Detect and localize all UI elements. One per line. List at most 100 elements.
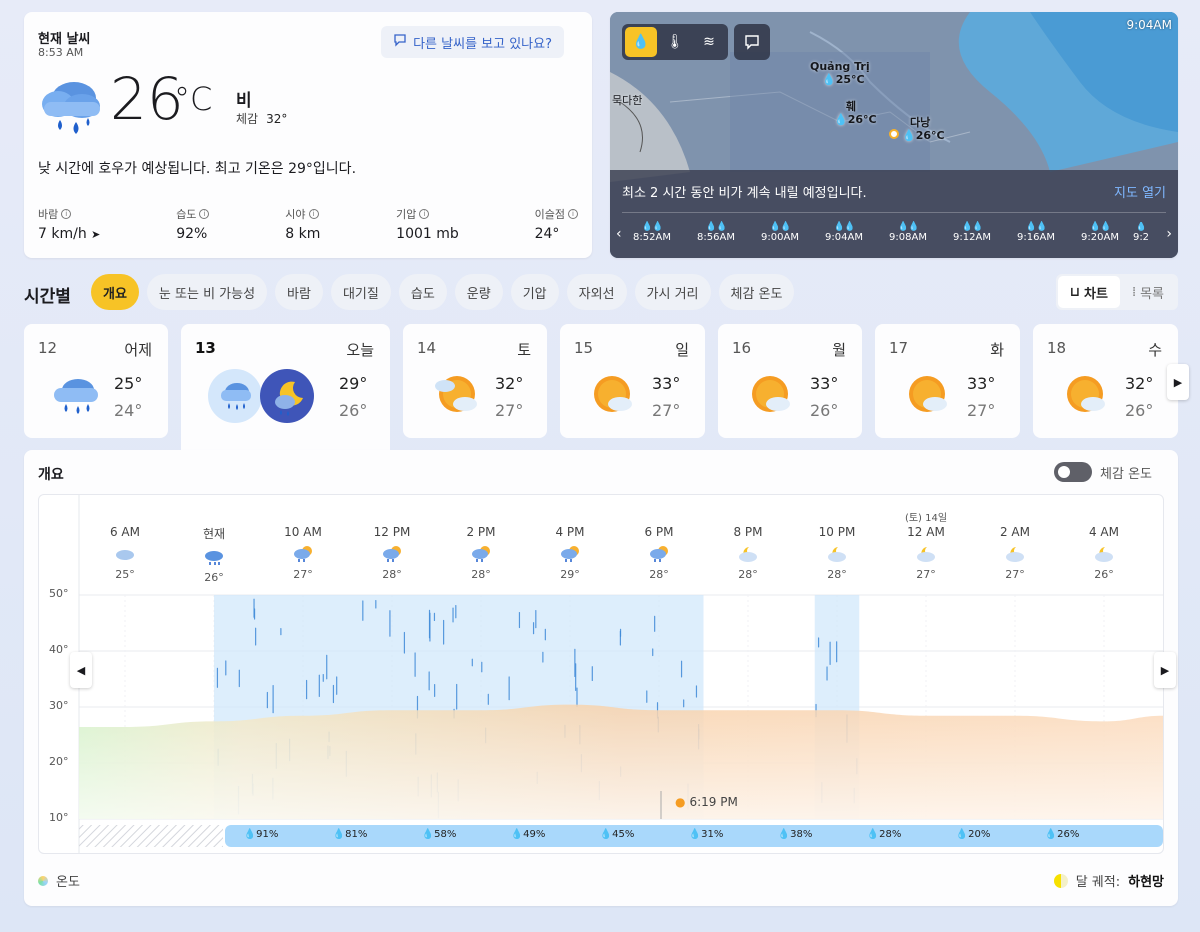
hour-column[interactable]: 12 PM 28° [362,525,422,581]
timeline-step[interactable]: 💧💧 9:04AM [814,222,874,243]
timeline-step[interactable]: 💧💧 9:08AM [878,222,938,243]
open-map-link[interactable]: 지도 열기 [1114,182,1166,201]
hour-label: 8 PM [733,525,763,539]
wind-icon[interactable]: ≋ [693,27,725,57]
weather-map[interactable]: 💧 🌡 ≋ 9:04AM Quảng Trị 💧25°C 훼 💧26°C 다낭 💧26… [610,12,1178,258]
day-card[interactable]: 16 월 33° 26° [718,324,862,438]
chip-air-quality[interactable]: 대기질 [330,274,391,310]
hour-column[interactable]: (토) 14일 12 AM 27° [896,513,956,581]
chevron-right-icon[interactable]: ▶ [1167,364,1189,400]
overview-chart-card: 개요 체감 온도 6 AM 25° 현재 26° 10 AM 27° 12 PM 28° 2 P… [24,450,1178,906]
chip-cloud-cover[interactable]: 운량 [454,274,503,310]
partly-cloudy-night-icon [828,547,846,562]
partly-sunny-icon [435,376,477,412]
feels-like: 체감 32° [236,112,288,126]
map-timeline-track[interactable] [622,212,1166,213]
rain-icon [561,546,579,562]
chat-icon[interactable] [734,24,770,60]
hour-temp: 27° [916,568,936,581]
hour-column[interactable]: 2 PM 28° [451,525,511,581]
partly-cloudy-night-icon [1006,547,1024,562]
current-weather-card: 현재 날씨 8:53 AM 다른 날씨를 보고 있나요? 26 °C 비 체감 3… [24,12,592,258]
sunset-marker: ● 6:19 PM [675,795,738,809]
feels-like-toggle[interactable]: 체감 온도 [1054,462,1152,482]
stat-visibility[interactable]: 시야 i 8 km [285,206,320,242]
map-city: 묵다한 [612,94,643,107]
day-card[interactable]: 12 어제 25° 24° [24,324,168,438]
timeline-step[interactable]: 💧💧 8:56AM [686,222,746,243]
map-city[interactable]: 훼 💧26°C [834,100,877,126]
hour-column[interactable]: 4 PM 29° [540,525,600,581]
hour-column[interactable]: 2 AM 27° [985,525,1045,581]
drop-icon: 💧 [777,829,791,840]
day-card[interactable]: 18 수 32° 26° [1033,324,1178,438]
timeline-step[interactable]: 💧💧 9:00AM [750,222,810,243]
partly-sunny-icon [1067,376,1105,412]
hour-column[interactable]: 6 PM 28° [629,525,689,581]
day-card[interactable]: 14 토 32° 27° [403,324,547,438]
stat-humidity[interactable]: 습도 i 92% [176,206,210,242]
hour-column[interactable]: 10 PM 28° [807,525,867,581]
day-card-today[interactable]: 13 오늘 29° 26° [181,324,390,450]
chip-precip-chance[interactable]: 눈 또는 비 가능성 [146,274,268,310]
chip-wind[interactable]: 바람 [275,274,323,310]
chart-area[interactable]: 6 AM 25° 현재 26° 10 AM 27° 12 PM 28° 2 PM 28° 4 PM 2… [38,494,1164,854]
thermometer-icon[interactable]: 🌡 [659,27,691,57]
temperature-legend-icon [38,875,48,886]
hour-column[interactable]: 현재 26° [184,525,244,584]
chip-overview[interactable]: 개요 [91,274,139,310]
view-list-button[interactable]: ⁞ 목록 [1120,276,1176,308]
stat-wind[interactable]: 바람 i 7 km/h ➤ [38,206,100,242]
partly-cloudy-night-icon [1095,547,1113,562]
chip-feels-like[interactable]: 체감 온도 [718,274,795,310]
chevron-right-icon[interactable]: ▶ [1154,652,1176,688]
sunset-icon: ● [675,795,686,809]
precip-icon[interactable]: 💧 [625,27,657,57]
drop-icon: 💧 [599,829,613,840]
view-chart-button[interactable]: ⊔ 차트 [1057,276,1120,308]
temperature-unit[interactable]: °C [174,80,212,118]
y-tick-label: 10° [49,811,69,824]
chip-visibility[interactable]: 가시 거리 [634,274,711,310]
map-city[interactable]: 다낭 💧26°C [902,116,945,142]
chip-pressure[interactable]: 기압 [510,274,559,310]
stat-pressure[interactable]: 기압 i 1001 mb [396,206,459,242]
precip-label: 💧81% [332,829,368,840]
hour-label: 2 PM [466,525,496,539]
stat-dew-point[interactable]: 이슬점 i 24° [535,206,578,242]
night-rain-icon [260,369,314,423]
hour-temp: 28° [382,568,402,581]
feedback-label: 다른 날씨를 보고 있나요? [413,36,552,52]
rain-icon [294,546,312,562]
chip-humidity[interactable]: 습도 [398,274,447,310]
day-card[interactable]: 15 일 33° 27° [560,324,705,438]
chevron-right-icon[interactable]: › [1166,226,1172,242]
current-time: 8:53 AM [38,46,84,59]
hour-label: 6 PM [644,525,674,539]
location-marker[interactable] [889,129,899,139]
timeline-step[interactable]: 💧💧 9:16AM [1006,222,1066,243]
timeline-step[interactable]: 💧💧 8:52AM [622,222,682,243]
precip-label: 💧31% [688,829,724,840]
precip-label: 💧49% [510,829,546,840]
map-city[interactable]: Quảng Trị 💧25°C [810,60,870,86]
timeline-step[interactable]: 💧💧 9:12AM [942,222,1002,243]
hour-label: 4 AM [1088,525,1119,539]
toggle-switch[interactable] [1054,462,1093,482]
chevron-left-icon[interactable]: ◀ [70,652,92,688]
hour-temp: 28° [649,568,669,581]
chart-icon: ⊔ [1069,284,1081,300]
feedback-button[interactable]: 다른 날씨를 보고 있나요? [381,26,564,58]
hour-label: 12 AM [907,525,945,539]
timeline-step[interactable]: 💧 9:2 [1126,222,1156,243]
drop-icon: 💧 [510,829,524,840]
chip-uv[interactable]: 자외선 [566,274,627,310]
hour-column[interactable]: 6 AM 25° [95,525,155,581]
hour-column[interactable]: 10 AM 27° [273,525,333,581]
timeline-step[interactable]: 💧💧 9:20AM [1070,222,1130,243]
hour-temp: 28° [827,568,847,581]
hour-column[interactable]: 8 PM 28° [718,525,778,581]
chevron-left-icon[interactable]: ‹ [616,226,622,242]
hour-column[interactable]: 4 AM 26° [1074,525,1134,581]
day-card[interactable]: 17 화 33° 27° [875,324,1020,438]
